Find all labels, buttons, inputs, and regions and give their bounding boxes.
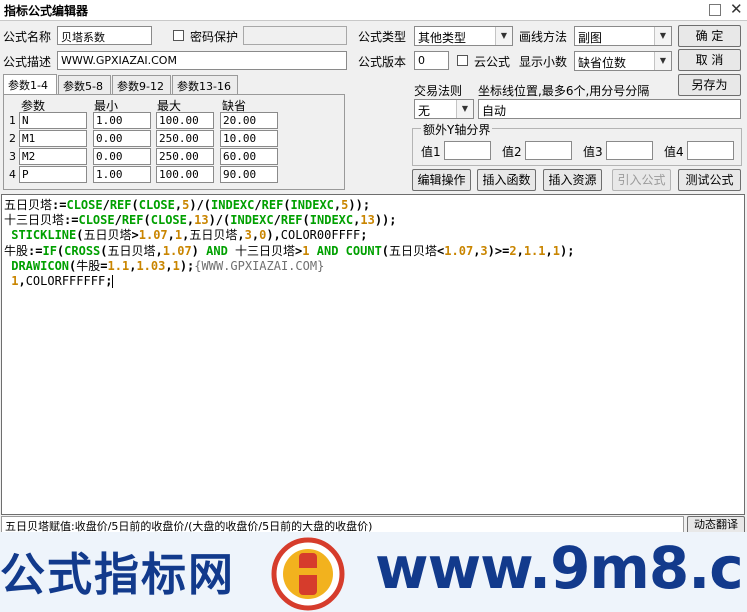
- param-default-cell[interactable]: 90.00: [220, 166, 278, 183]
- code-line: 1,COLORFFFFFF;: [11, 274, 114, 288]
- insert-function-button[interactable]: 插入函数: [477, 169, 536, 191]
- site-logo-icon: [271, 537, 345, 611]
- chevron-down-icon: ▼: [654, 52, 671, 70]
- draw-select[interactable]: 副图 ▼: [574, 26, 672, 46]
- name-label: 公式名称: [3, 30, 52, 44]
- yaxis-input-1[interactable]: [444, 141, 491, 160]
- password-input[interactable]: [243, 26, 347, 45]
- version-label: 公式版本: [358, 55, 407, 69]
- decimals-value: 缺省位数: [578, 56, 627, 70]
- desc-label: 公式描述: [3, 55, 52, 69]
- desc-input[interactable]: WWW.GPXIAZAI.COM: [57, 51, 347, 70]
- param-default-cell[interactable]: 20.00: [220, 112, 278, 129]
- tab-params-9-12[interactable]: 参数9-12: [112, 75, 171, 94]
- coord-label: 坐标线位置,最多6个,用分号分隔: [478, 84, 650, 98]
- tab-params-1-4[interactable]: 参数1-4: [3, 74, 57, 94]
- param-min-cell[interactable]: 0.00: [93, 130, 151, 147]
- yaxis-label-4: 值4: [664, 145, 684, 159]
- trade-select[interactable]: 无 ▼: [414, 99, 474, 119]
- insert-resource-button[interactable]: 插入资源: [543, 169, 602, 191]
- password-label: 密码保护: [190, 30, 239, 44]
- param-row-number: 3: [9, 150, 16, 163]
- chevron-down-icon: ▼: [654, 27, 671, 45]
- code-line: 五日贝塔:=CLOSE/REF(CLOSE,5)/(INDEXC/REF(IND…: [4, 198, 371, 212]
- param-name-cell[interactable]: P: [19, 166, 87, 183]
- password-checkbox[interactable]: [173, 30, 184, 41]
- param-min-cell[interactable]: 1.00: [93, 166, 151, 183]
- yaxis-input-2[interactable]: [525, 141, 572, 160]
- edit-ops-button[interactable]: 编辑操作: [412, 169, 471, 191]
- test-formula-button[interactable]: 测试公式: [678, 169, 741, 191]
- saveas-button[interactable]: 另存为: [678, 74, 741, 96]
- param-name-cell[interactable]: M2: [19, 148, 87, 165]
- tab-params-13-16[interactable]: 参数13-16: [172, 75, 238, 94]
- tab-params-5-8[interactable]: 参数5-8: [58, 75, 111, 94]
- code-line: STICKLINE(五日贝塔>1.07,1,五日贝塔,3,0),COLOR00F…: [11, 228, 368, 243]
- text-cursor: [112, 275, 114, 288]
- title-bar: 指标公式编辑器 ✕: [0, 0, 747, 21]
- param-default-cell[interactable]: 60.00: [220, 148, 278, 165]
- banner-left-text: 公式指标网: [0, 548, 236, 601]
- yaxis-label-3: 值3: [583, 145, 603, 159]
- trade-label: 交易法则: [414, 84, 463, 98]
- coord-input[interactable]: 自动: [478, 99, 741, 119]
- param-row-number: 4: [9, 168, 16, 181]
- code-line: 牛股:=IF(CROSS(五日贝塔,1.07) AND 十三日贝塔>1 AND …: [4, 243, 575, 258]
- type-label: 公式类型: [358, 30, 407, 44]
- code-editor[interactable]: 五日贝塔:=CLOSE/REF(CLOSE,5)/(INDEXC/REF(IND…: [1, 194, 745, 515]
- yaxis-label-2: 值2: [502, 145, 522, 159]
- cloud-label: 云公式: [474, 55, 511, 69]
- param-default-cell[interactable]: 10.00: [220, 130, 278, 147]
- yaxis-group: 额外Y轴分界 值1 值2 值3 值4: [412, 121, 742, 166]
- cancel-button[interactable]: 取 消: [678, 49, 741, 71]
- decimals-select[interactable]: 缺省位数 ▼: [574, 51, 672, 71]
- trade-value: 无: [418, 104, 431, 118]
- window-title: 指标公式编辑器: [4, 4, 89, 18]
- type-value: 其他类型: [418, 31, 467, 45]
- maximize-icon[interactable]: [709, 4, 721, 16]
- param-max-cell[interactable]: 250.00: [156, 148, 214, 165]
- version-input[interactable]: 0: [414, 51, 449, 70]
- chevron-down-icon: ▼: [456, 100, 473, 118]
- yaxis-input-3[interactable]: [606, 141, 653, 160]
- type-select[interactable]: 其他类型 ▼: [414, 26, 513, 46]
- cloud-checkbox[interactable]: [457, 55, 468, 66]
- banner-right-text: www.9m8.cn: [375, 534, 747, 602]
- param-max-cell[interactable]: 250.00: [156, 130, 214, 147]
- param-min-cell[interactable]: 1.00: [93, 112, 151, 129]
- param-row-number: 2: [9, 132, 16, 145]
- ok-button[interactable]: 确 定: [678, 25, 741, 47]
- watermark-banner: 公式指标网 www.9m8.cn: [0, 532, 747, 612]
- decimals-label: 显示小数: [519, 55, 568, 69]
- param-name-cell[interactable]: M1: [19, 130, 87, 147]
- yaxis-label-1: 值1: [421, 145, 441, 159]
- yaxis-group-title: 额外Y轴分界: [421, 121, 493, 138]
- import-formula-button[interactable]: 引入公式: [612, 169, 671, 191]
- param-panel: 参数 最小 最大 缺省 1 N 1.00 100.00 20.00 2 M1 0…: [3, 94, 345, 190]
- param-name-cell[interactable]: N: [19, 112, 87, 129]
- code-line: 十三日贝塔:=CLOSE/REF(CLOSE,13)/(INDEXC/REF(I…: [4, 213, 397, 228]
- code-line: DRAWICON(牛股=1.1,1.03,1);{WWW.GPXIAZAI.CO…: [11, 258, 325, 273]
- close-icon[interactable]: ✕: [730, 0, 743, 18]
- param-min-cell[interactable]: 0.00: [93, 148, 151, 165]
- param-max-cell[interactable]: 100.00: [156, 166, 214, 183]
- yaxis-input-4[interactable]: [687, 141, 734, 160]
- status-bar: 五日贝塔赋值:收盘价/5日前的收盘价/(大盘的收盘价/5日前的大盘的收盘价): [1, 516, 684, 533]
- param-row-number: 1: [9, 114, 16, 127]
- name-input[interactable]: 贝塔系数: [57, 26, 152, 45]
- chevron-down-icon: ▼: [495, 27, 512, 45]
- draw-value: 副图: [578, 31, 603, 45]
- param-max-cell[interactable]: 100.00: [156, 112, 214, 129]
- draw-label: 画线方法: [519, 30, 568, 44]
